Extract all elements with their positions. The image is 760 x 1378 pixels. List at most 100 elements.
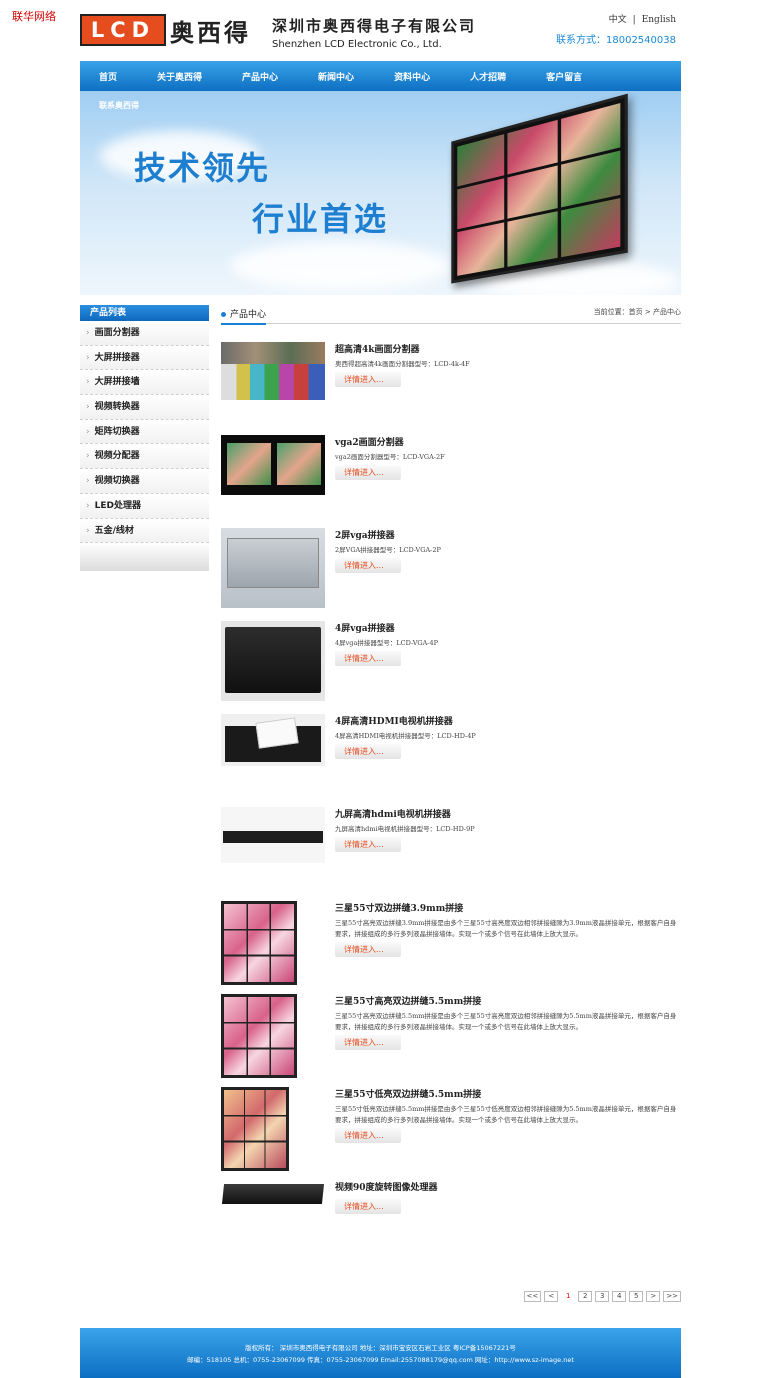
logo-mark: LCD: [80, 14, 166, 46]
content-header: 产品中心 当前位置：首页 > 产品中心: [221, 305, 681, 325]
product-desc: 九屏高清hdmi电视机拼接器型号：LCD-HD-9P: [335, 825, 475, 833]
product-title[interactable]: 4屏高清HDMI电视机拼接器: [335, 714, 681, 727]
contact-phone: 联系方式：18002540038: [556, 35, 676, 46]
product-title[interactable]: vga2画面分割器: [335, 435, 681, 448]
section-title: 产品中心: [221, 307, 267, 325]
main-nav: 首页 关于奥西得 产品中心 新闻中心 资料中心 人才招聘 客户留言: [80, 61, 681, 91]
details-button[interactable]: 详情进入...: [335, 744, 401, 759]
company-name: 深圳市奥西得电子有限公司 Shenzhen LCD Electronic Co.…: [272, 15, 476, 50]
product-desc: 奥西得超高清4k画面分割器型号：LCD-4k-4F: [335, 360, 470, 368]
chevron-right-icon: ›: [86, 402, 90, 413]
details-button[interactable]: 详情进入...: [335, 942, 401, 957]
product-desc: 2屏VGA拼接器型号：LCD-VGA-2P: [335, 546, 441, 554]
nav-jobs[interactable]: 人才招聘: [470, 70, 506, 83]
product-image[interactable]: [221, 528, 325, 608]
page-prev-button[interactable]: <: [544, 1291, 559, 1302]
bullet-icon: [221, 312, 226, 317]
product-image[interactable]: [221, 807, 325, 863]
sidebar-item-matrix-switcher[interactable]: › 矩阵切换器: [80, 419, 209, 445]
corner-watermark: 联华网络: [12, 10, 56, 23]
product-image[interactable]: [221, 714, 325, 766]
product-desc: 三星55寸高亮双边拼缝3.9mm拼接是由多个三星55寸高亮度双边相邻拼接缝隙为3…: [335, 919, 677, 938]
banner-slogan-1: 技术领先: [134, 149, 271, 187]
product-title[interactable]: 视频90度旋转图像处理器: [335, 1180, 681, 1193]
product-image[interactable]: [221, 901, 297, 985]
page-last-button[interactable]: >>: [663, 1291, 681, 1302]
product-title[interactable]: 4屏vga拼接器: [335, 621, 681, 634]
nav-about[interactable]: 关于奥西得: [157, 70, 202, 83]
sidebar-item-video-wall[interactable]: › 大屏拼接墙: [80, 370, 209, 396]
chevron-right-icon: ›: [86, 426, 90, 437]
page-next-button[interactable]: >: [646, 1291, 661, 1302]
nav-home[interactable]: 首页: [99, 70, 117, 83]
sidebar-item-splitter[interactable]: › 画面分割器: [80, 321, 209, 346]
chevron-right-icon: ›: [86, 328, 90, 338]
footer-copyright: 版权所有： 深圳市奥西得电子有限公司 地址：深圳市宝安区石岩工业区 粤ICP备1…: [245, 1344, 516, 1352]
details-button[interactable]: 详情进入...: [335, 651, 401, 666]
language-switch: 中文 | English: [609, 12, 676, 25]
product-desc: 三星55寸高亮双边拼缝5.5mm拼接是由多个三星55寸高亮度双边相邻拼接缝隙为5…: [335, 1012, 677, 1031]
hero-banner: 联系奥西得 技术领先 行业首选: [80, 91, 681, 295]
product-title[interactable]: 三星55寸高亮双边拼缝5.5mm拼接: [335, 994, 681, 1007]
product-image[interactable]: [221, 1180, 325, 1210]
sidebar-item-video-switcher[interactable]: › 视频切换器: [80, 469, 209, 494]
details-button[interactable]: 详情进入...: [335, 372, 401, 387]
banner-subtitle: 联系奥西得: [99, 101, 139, 110]
product-image[interactable]: [221, 994, 297, 1078]
product-desc: vga2画面分割器型号：LCD-VGA-2F: [335, 453, 445, 461]
company-name-cn: 深圳市奥西得电子有限公司: [272, 17, 477, 35]
page-first-button[interactable]: <<: [523, 1291, 542, 1302]
sidebar-item-wall-controller[interactable]: › 大屏拼接器: [80, 345, 209, 371]
chevron-right-icon: ›: [86, 377, 90, 388]
page-link[interactable]: 4: [612, 1291, 627, 1302]
product-title[interactable]: 超高清4k画面分割器: [335, 342, 681, 355]
product-image[interactable]: [221, 342, 325, 400]
nav-resources[interactable]: 资料中心: [394, 70, 430, 83]
product-image[interactable]: [221, 435, 325, 495]
chevron-right-icon: ›: [86, 525, 90, 536]
product-desc: 三星55寸低亮双边拼缝5.5mm拼接是由多个三星55寸低亮度双边相邻拼接缝隙为5…: [335, 1105, 677, 1124]
page-current: 1: [561, 1291, 576, 1302]
product-title[interactable]: 三星55寸双边拼缝3.9mm拼接: [335, 901, 681, 914]
product-image[interactable]: [221, 1087, 289, 1171]
details-button[interactable]: 详情进入...: [335, 837, 401, 852]
product-desc: 4屏vga拼接器型号：LCD-VGA-4P: [335, 639, 438, 647]
product-title[interactable]: 2屏vga拼接器: [335, 528, 681, 541]
breadcrumb: 当前位置：首页 > 产品中心: [593, 308, 681, 316]
sidebar-title: 产品列表: [80, 305, 209, 321]
page-link[interactable]: 5: [629, 1291, 644, 1302]
footer-contact: 邮编：518105 总机：0755-23067099 传真：0755-23067…: [187, 1356, 574, 1364]
chevron-right-icon: ›: [86, 500, 90, 511]
lang-separator: |: [632, 15, 636, 25]
chevron-right-icon: ›: [86, 476, 90, 487]
company-name-en: Shenzhen LCD Electronic Co., Ltd.: [272, 39, 442, 50]
details-button[interactable]: 详情进入...: [335, 465, 401, 480]
sidebar-item-video-converter[interactable]: › 视频转换器: [80, 395, 209, 420]
site-footer: 版权所有： 深圳市奥西得电子有限公司 地址：深圳市宝安区石岩工业区 粤ICP备1…: [80, 1328, 681, 1378]
page-link[interactable]: 3: [595, 1291, 610, 1302]
details-button[interactable]: 详情进入...: [335, 1199, 401, 1214]
details-button[interactable]: 详情进入...: [335, 1035, 401, 1050]
sidebar-item-led-processor[interactable]: › LED处理器: [80, 493, 209, 519]
sidebar-item-video-distributor[interactable]: › 视频分配器: [80, 444, 209, 470]
cloud-shape: [230, 241, 450, 291]
details-button[interactable]: 详情进入...: [335, 1128, 401, 1143]
lang-english-link[interactable]: English: [642, 15, 676, 25]
lang-chinese-link[interactable]: 中文: [609, 15, 627, 25]
product-title[interactable]: 九屏高清hdmi电视机拼接器: [335, 807, 681, 820]
details-button[interactable]: 详情进入...: [335, 558, 401, 573]
logo[interactable]: LCD 奥西得: [80, 13, 251, 47]
product-desc: 4屏高清HDMI电视机拼接器型号：LCD-HD-4P: [335, 732, 476, 740]
logo-cn-text: 奥西得: [170, 18, 251, 47]
product-sidebar: 产品列表 › 画面分割器 › 大屏拼接器 › 大屏拼接墙 › 视频转换器 › 矩阵切换器 …: [80, 305, 209, 572]
nav-messages[interactable]: 客户留言: [546, 70, 582, 83]
chevron-right-icon: ›: [86, 352, 90, 363]
sidebar-item-hardware[interactable]: › 五金/线材: [80, 518, 209, 544]
product-title[interactable]: 三星55寸低亮双边拼缝5.5mm拼接: [335, 1087, 681, 1100]
banner-slogan-2: 行业首选: [252, 200, 389, 238]
page-link[interactable]: 2: [578, 1291, 593, 1302]
nav-products[interactable]: 产品中心: [242, 70, 278, 83]
product-image[interactable]: [221, 621, 325, 701]
nav-news[interactable]: 新闻中心: [318, 70, 354, 83]
video-wall-image: [451, 93, 628, 284]
